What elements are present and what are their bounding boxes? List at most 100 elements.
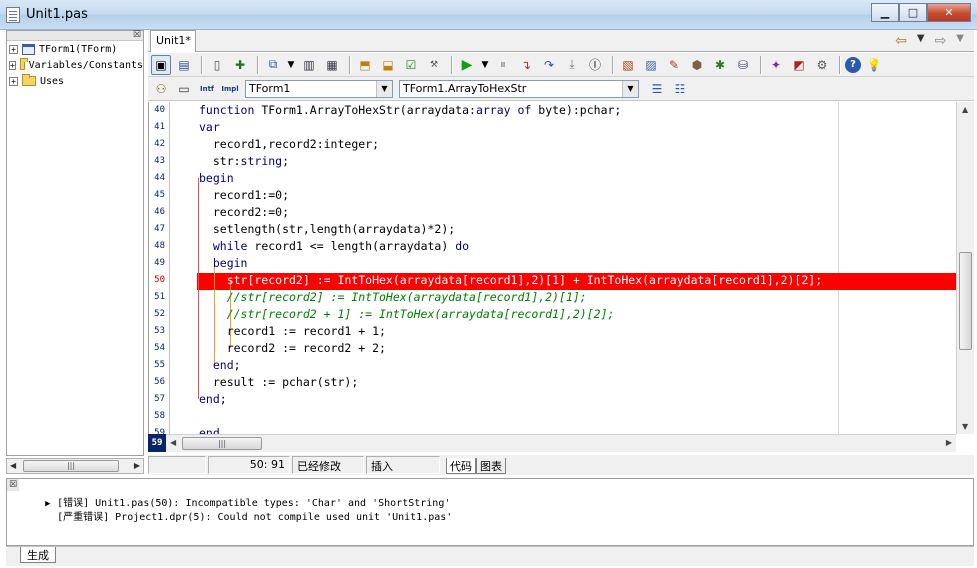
save-all-icon[interactable]: ▦ <box>322 55 342 75</box>
method-combo[interactable]: TForm1.ArrayToHexStr ▼ <box>399 79 639 98</box>
code-line[interactable]: end; <box>199 357 241 374</box>
open-project-icon[interactable]: ⧉ <box>263 55 283 75</box>
chevron-down-icon[interactable]: ▼ <box>376 80 392 97</box>
scroll-left-icon[interactable]: ◀ <box>10 461 16 470</box>
scroll-right-icon[interactable]: ▶ <box>946 438 952 447</box>
line-number: 45 <box>154 190 165 200</box>
new-item-icon[interactable]: ✚ <box>230 55 250 75</box>
tree-item-tform1[interactable]: + TForm1(TForm) <box>7 41 143 57</box>
code-line[interactable]: result := pchar(str); <box>199 374 358 391</box>
code-line[interactable]: str:string; <box>199 153 289 170</box>
tools-icon[interactable]: ✱ <box>710 55 730 75</box>
lightbulb-icon[interactable]: 💡 <box>864 55 884 75</box>
code-line[interactable]: record2 := record2 + 2; <box>199 340 386 357</box>
chevron-down-icon[interactable]: ▼ <box>480 55 490 75</box>
save-icon[interactable]: ▥ <box>299 55 319 75</box>
align-center-icon[interactable]: ☷ <box>670 79 690 99</box>
message-item[interactable]: [严重错误] Project1.dpr(5): Could not compil… <box>21 497 452 523</box>
tab-diagram[interactable]: 图表 <box>476 458 506 474</box>
tab-code[interactable]: 代码 <box>446 458 476 474</box>
code-line[interactable]: while record1 <= length(arraydata) do <box>199 238 469 255</box>
wizard-icon[interactable]: ✦ <box>766 55 786 75</box>
pause-icon[interactable]: ⏸ <box>493 55 513 75</box>
code-line[interactable]: setlength(str,length(arraydata)*2); <box>199 221 455 238</box>
trace-into-icon[interactable]: ↴ <box>516 55 536 75</box>
edit-icon[interactable]: ✎ <box>664 55 684 75</box>
tree-item-variables[interactable]: + Variables/Constants <box>7 57 143 73</box>
palette-icon[interactable]: ▧ <box>618 55 638 75</box>
code-token: end <box>199 426 220 434</box>
window-icon[interactable]: ▭ <box>174 79 194 99</box>
chevron-down-icon[interactable]: ▼ <box>286 55 296 75</box>
settings-icon[interactable]: ⚙ <box>812 55 832 75</box>
view-form-icon[interactable]: ▣ <box>151 54 171 75</box>
tab-build[interactable]: 生成 <box>20 547 56 563</box>
close-icon[interactable]: ☒ <box>133 30 141 40</box>
expand-icon[interactable]: + <box>9 60 16 70</box>
toolbox-icon[interactable]: ⚒ <box>424 55 444 75</box>
add-file-icon[interactable]: ⬒ <box>355 55 375 75</box>
message-item[interactable]: ▶ [错误] Unit1.pas(50): Incompatible types:… <box>21 483 450 509</box>
align-left-icon[interactable]: ☰ <box>647 79 667 99</box>
code-line[interactable]: function TForm1.ArrayToHexStr(arraydata:… <box>199 102 621 119</box>
code-line[interactable]: str[record2] := IntToHex(arraydata[recor… <box>199 272 822 289</box>
translate-icon[interactable]: ◩ <box>789 55 809 75</box>
code-token: while <box>212 239 255 253</box>
step-over-icon[interactable]: ↷ <box>539 55 559 75</box>
code-line[interactable]: //str[record2] := IntToHex(arraydata[rec… <box>199 289 587 306</box>
close-button[interactable]: ✕ <box>927 3 971 22</box>
expand-icon[interactable]: + <box>9 76 18 86</box>
scroll-left-icon[interactable]: ◀ <box>170 438 176 447</box>
code-line[interactable]: var <box>199 119 220 136</box>
back-arrow-icon[interactable]: ⇦ <box>895 33 907 49</box>
scroll-thumb[interactable]: ||| <box>182 437 262 450</box>
new-file-icon[interactable]: ▯ <box>207 55 227 75</box>
tab-unit1[interactable]: Unit1* <box>150 30 196 52</box>
vertical-scrollbar[interactable]: ▲ ▼ <box>956 102 974 434</box>
line-number: 46 <box>154 207 165 217</box>
tree-horizontal-scrollbar[interactable]: ◀ ||| ▶ <box>6 458 144 474</box>
component-icon[interactable]: ▨ <box>641 55 661 75</box>
minimize-button[interactable]: ▁ <box>871 3 899 22</box>
text-cursor-icon[interactable]: Ⓘ <box>585 55 605 75</box>
database-icon[interactable]: ⛁ <box>733 55 753 75</box>
expand-icon[interactable]: + <box>9 44 18 54</box>
scroll-down-icon[interactable]: ▼ <box>962 422 968 431</box>
scroll-thumb[interactable]: ||| <box>23 460 119 472</box>
code-line[interactable]: record2:=0; <box>199 204 289 221</box>
toggle-unit-icon[interactable]: ▤ <box>174 55 194 75</box>
tree-item-label: TForm1(TForm) <box>39 43 118 55</box>
code-editor[interactable]: 40 function TForm1.ArrayToHexStr(arraydat… <box>148 102 956 434</box>
close-icon[interactable]: ☒ <box>7 479 19 491</box>
scroll-up-icon[interactable]: ▲ <box>962 105 968 114</box>
code-line[interactable]: record1,record2:integer; <box>199 136 379 153</box>
horizontal-scrollbar[interactable]: ◀ ||| ▶ <box>166 434 956 452</box>
code-line[interactable]: record1:=0; <box>199 187 289 204</box>
maximize-button[interactable]: □ <box>899 3 927 22</box>
code-token: var <box>199 120 220 134</box>
code-line[interactable]: begin <box>199 255 248 272</box>
class-combo[interactable]: TForm1 ▼ <box>245 79 393 98</box>
code-line[interactable]: end <box>199 425 220 434</box>
help-icon[interactable]: ? <box>845 56 861 73</box>
scroll-right-icon[interactable]: ▶ <box>134 461 140 470</box>
implementation-icon[interactable]: Impl <box>220 79 240 99</box>
package-icon[interactable]: ⬢ <box>687 55 707 75</box>
current-line-number: 59 <box>148 434 166 452</box>
code-line[interactable]: record1 := record1 + 1; <box>199 323 386 340</box>
code-line[interactable]: end; <box>199 391 227 408</box>
code-line[interactable]: //str[record2 + 1] := IntToHex(arraydata… <box>199 306 615 323</box>
remove-file-icon[interactable]: ⬓ <box>378 55 398 75</box>
checklist-icon[interactable]: ☑ <box>401 55 421 75</box>
class-browser-icon[interactable]: ⚇ <box>151 79 171 99</box>
run-to-cursor-icon[interactable]: ⤓ <box>562 55 582 75</box>
chevron-down-icon[interactable]: ▼ <box>917 33 925 49</box>
code-line[interactable]: begin <box>199 170 234 187</box>
tree-item-uses[interactable]: + Uses <box>7 73 143 89</box>
interface-icon[interactable]: Intf <box>197 79 217 99</box>
chevron-down-icon[interactable]: ▼ <box>956 33 964 49</box>
chevron-down-icon[interactable]: ▼ <box>622 80 638 97</box>
scroll-thumb[interactable] <box>959 252 972 350</box>
forward-arrow-icon[interactable]: ⇨ <box>935 33 947 49</box>
run-icon[interactable]: ▶ <box>457 55 477 75</box>
